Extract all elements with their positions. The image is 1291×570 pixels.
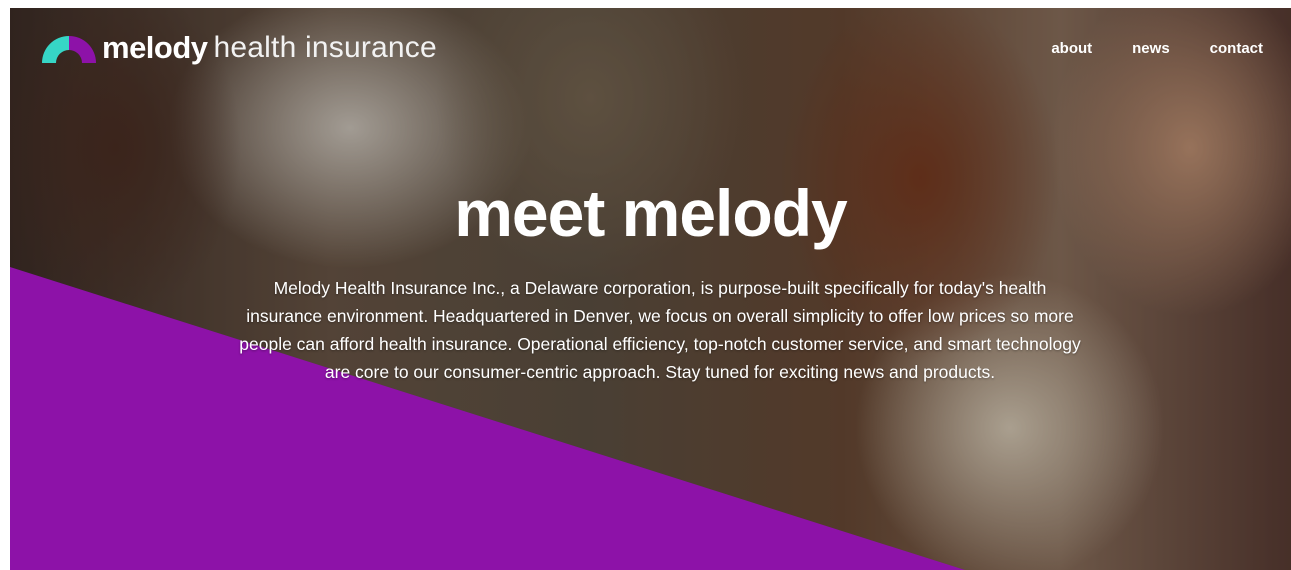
nav-link-news[interactable]: news [1132,40,1170,57]
hero-description: Melody Health Insurance Inc., a Delaware… [239,278,1081,382]
brand-subtitle: health insurance [213,31,437,64]
brand-name: melody [102,30,208,65]
site-header: melody health insurance about news conta… [40,30,1263,66]
nav-link-about[interactable]: about [1051,40,1092,57]
hero-title: meet melody [454,176,847,250]
hero-section: melody health insurance about news conta… [10,8,1291,570]
nav-link-contact[interactable]: contact [1210,40,1263,57]
melody-arc-logo-icon [42,36,96,63]
main-nav: about news contact [1011,40,1263,57]
brand-logo[interactable]: melody health insurance [40,30,437,66]
